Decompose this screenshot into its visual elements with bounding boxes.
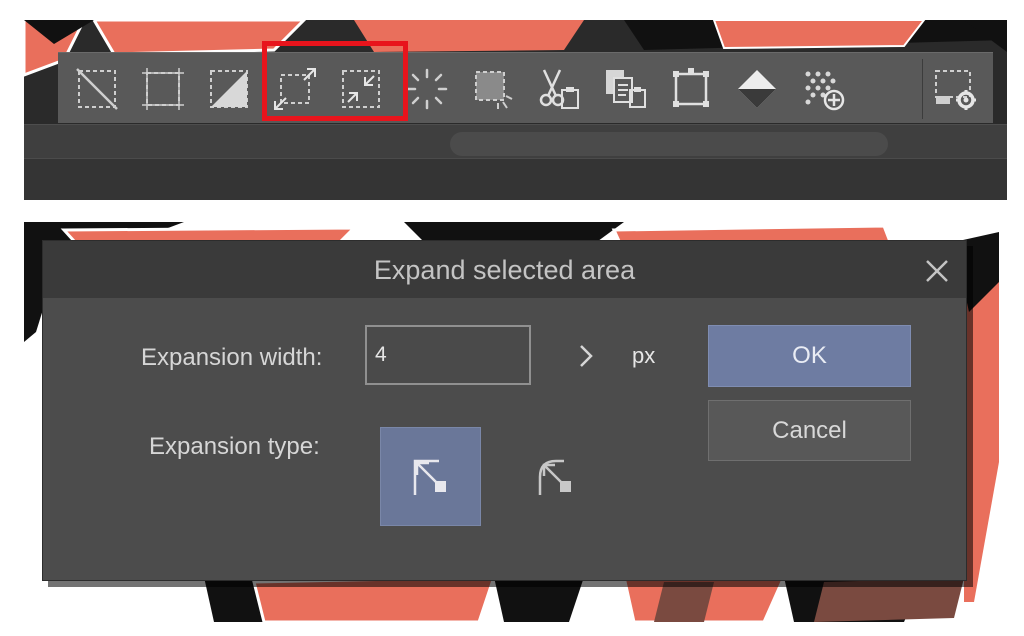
deselect-button[interactable] (70, 62, 124, 116)
selection-fill-button[interactable] (466, 62, 520, 116)
toolbar-panel (24, 20, 1007, 200)
expansion-type-round-button[interactable] (505, 427, 606, 526)
dialog-title: Expand selected area (373, 255, 636, 285)
cut-paste-icon (539, 69, 579, 109)
selection-settings-button[interactable] (928, 62, 982, 116)
ok-button[interactable]: OK (708, 325, 911, 387)
select-all-icon (142, 68, 184, 110)
dialog-titlebar: Expand selected area (43, 241, 966, 298)
copy-paste-button[interactable] (598, 62, 652, 116)
deselect-icon (76, 68, 118, 110)
cut-paste-button[interactable] (532, 62, 586, 116)
expansion-width-label: Expansion width: (141, 344, 323, 371)
unit-label: px (632, 343, 656, 368)
expansion-type-sharp-button[interactable] (380, 427, 481, 526)
add-screentone-button[interactable] (796, 62, 850, 116)
add-screentone-icon (805, 71, 845, 111)
fill-bucket-button[interactable] (730, 62, 784, 116)
width-spinner-button[interactable] (573, 339, 599, 373)
expand-selection-icon (274, 68, 316, 110)
fill-bucket-icon (738, 70, 776, 108)
shrink-selection-button[interactable] (334, 62, 388, 116)
invert-selection-button[interactable] (202, 62, 256, 116)
transform-selection-icon (673, 68, 709, 107)
expansion-width-input[interactable] (365, 325, 531, 385)
expand-selection-button[interactable] (268, 62, 322, 116)
toolbar-separator (922, 59, 923, 119)
close-button[interactable] (919, 253, 955, 289)
invert-selection-icon (210, 70, 248, 108)
copy-paste-icon (606, 70, 646, 108)
expand-selected-area-dialog: Expand selected area Expansion width: px… (42, 240, 967, 581)
cancel-button[interactable]: Cancel (708, 400, 911, 461)
selection-boundary-icon (406, 68, 448, 110)
selection-fill-icon (475, 71, 513, 109)
sharp-corner-icon (413, 459, 446, 495)
chevron-right-icon (580, 345, 593, 367)
shrink-selection-icon (342, 70, 380, 108)
panel-footer (24, 158, 1007, 200)
round-corner-icon (538, 459, 571, 495)
expansion-type-label: Expansion type: (149, 433, 320, 460)
select-all-button[interactable] (136, 62, 190, 116)
selection-settings-icon (935, 70, 976, 110)
selection-toolbar (58, 52, 993, 123)
transform-selection-button[interactable] (664, 62, 718, 116)
selection-boundary-button[interactable] (400, 62, 454, 116)
horizontal-scrollbar[interactable] (450, 132, 888, 156)
panel-scroll-area (24, 124, 1007, 159)
close-icon (926, 260, 948, 282)
